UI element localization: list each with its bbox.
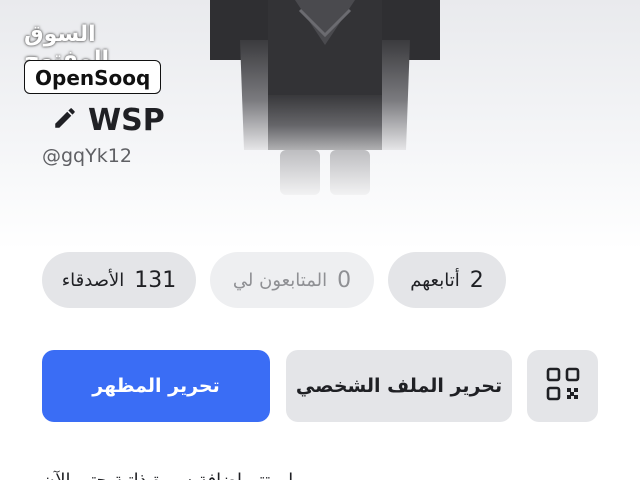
- following-count: 2: [469, 267, 484, 293]
- opensooq-logo: OpenSooq: [24, 60, 162, 94]
- qr-code-button[interactable]: [527, 350, 598, 422]
- edit-profile-label: تحرير الملف الشخصي: [295, 375, 503, 397]
- edit-appearance-button[interactable]: تحرير المظهر: [42, 350, 270, 422]
- friends-stat[interactable]: 131 الأصدقاء: [42, 252, 196, 308]
- following-label: أتابعهم: [410, 269, 460, 291]
- pencil-icon[interactable]: [52, 105, 78, 135]
- followers-count: 0: [337, 267, 352, 293]
- avatar[interactable]: [210, 0, 440, 200]
- following-stat[interactable]: 2 أتابعهم: [388, 252, 506, 308]
- followers-stat[interactable]: 0 المتابعون لي: [210, 252, 374, 308]
- edit-appearance-label: تحرير المظهر: [92, 375, 220, 397]
- about-text: لم تتم إضافة سيرة ذاتية حتى الآن: [42, 466, 382, 480]
- friends-count: 131: [134, 267, 177, 293]
- qr-code-icon: [546, 367, 580, 406]
- username-handle: @gqYk12: [42, 145, 132, 167]
- followers-label: المتابعون لي: [232, 269, 328, 291]
- edit-profile-button[interactable]: تحرير الملف الشخصي: [286, 350, 512, 422]
- friends-label: الأصدقاء: [61, 269, 125, 291]
- display-name: WSP: [88, 102, 165, 138]
- display-name-row[interactable]: WSP: [52, 98, 165, 142]
